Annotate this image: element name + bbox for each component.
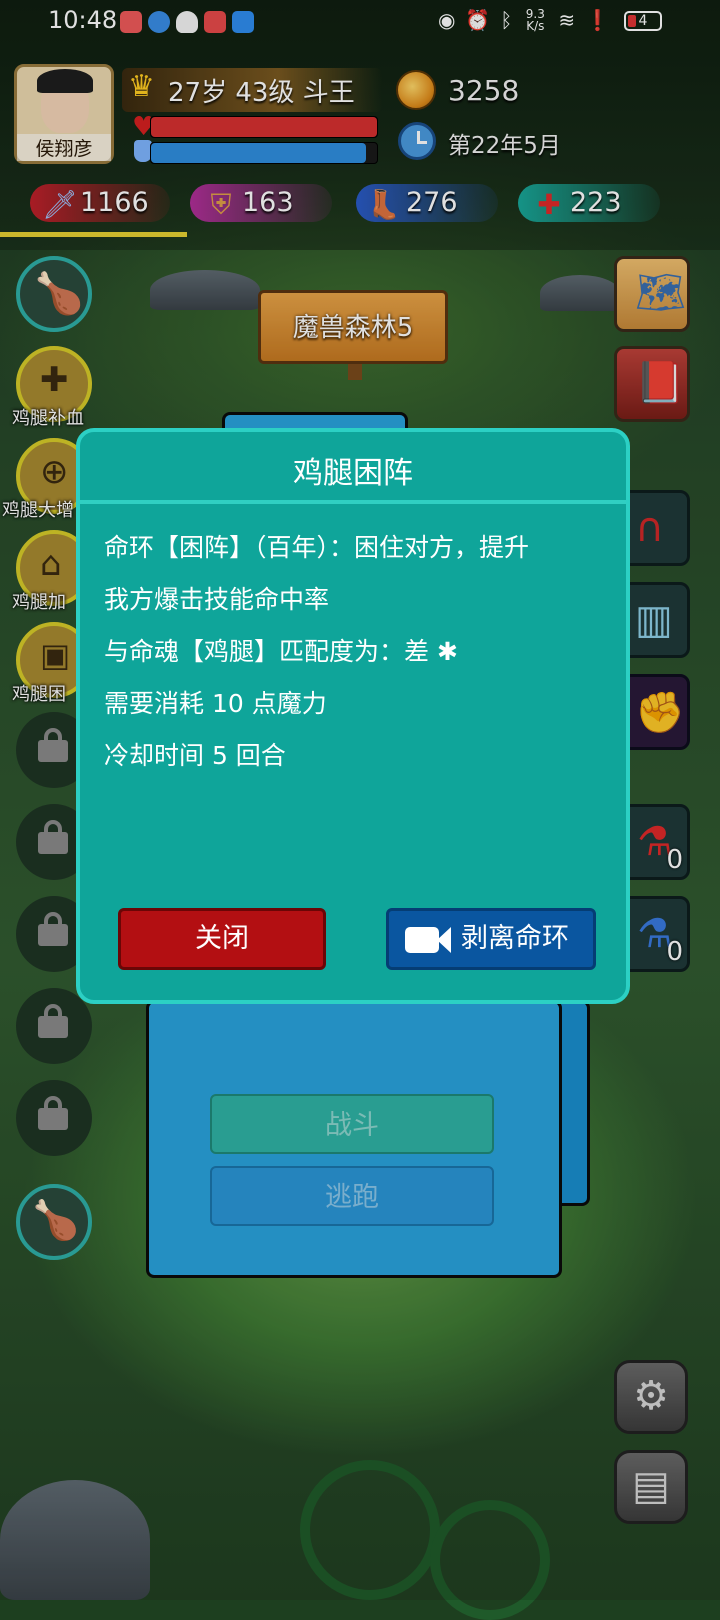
dialog-text-line: 与命魂【鸡腿】匹配度为：差 ✱ (104, 637, 458, 666)
dialog-text-line: 命环【困阵】（百年）：困住对方，提升 (104, 533, 530, 562)
dialog-title: 鸡腿困阵 (293, 456, 413, 491)
dialog-text-line: 冷却时间 5 回合 (104, 741, 286, 770)
dialog-text-line: 我方爆击技能命中率 (104, 585, 330, 614)
close-button[interactable]: 关闭 (118, 908, 326, 970)
skill-detail-dialog: 鸡腿困阵 命环【困阵】（百年）：困住对方，提升 我方爆击技能命中率 与命魂【鸡腿… (76, 428, 630, 1004)
strip-ring-label: 剥离命环 (461, 923, 569, 954)
strip-ring-button[interactable]: 剥离命环 (386, 908, 596, 970)
video-icon (405, 927, 439, 953)
dialog-body: 命环【困阵】（百年）：困住对方，提升 我方爆击技能命中率 与命魂【鸡腿】匹配度为… (104, 522, 604, 782)
dialog-text-line: 需要消耗 10 点魔力 (104, 689, 327, 718)
dialog-header: 鸡腿困阵 (80, 432, 626, 504)
